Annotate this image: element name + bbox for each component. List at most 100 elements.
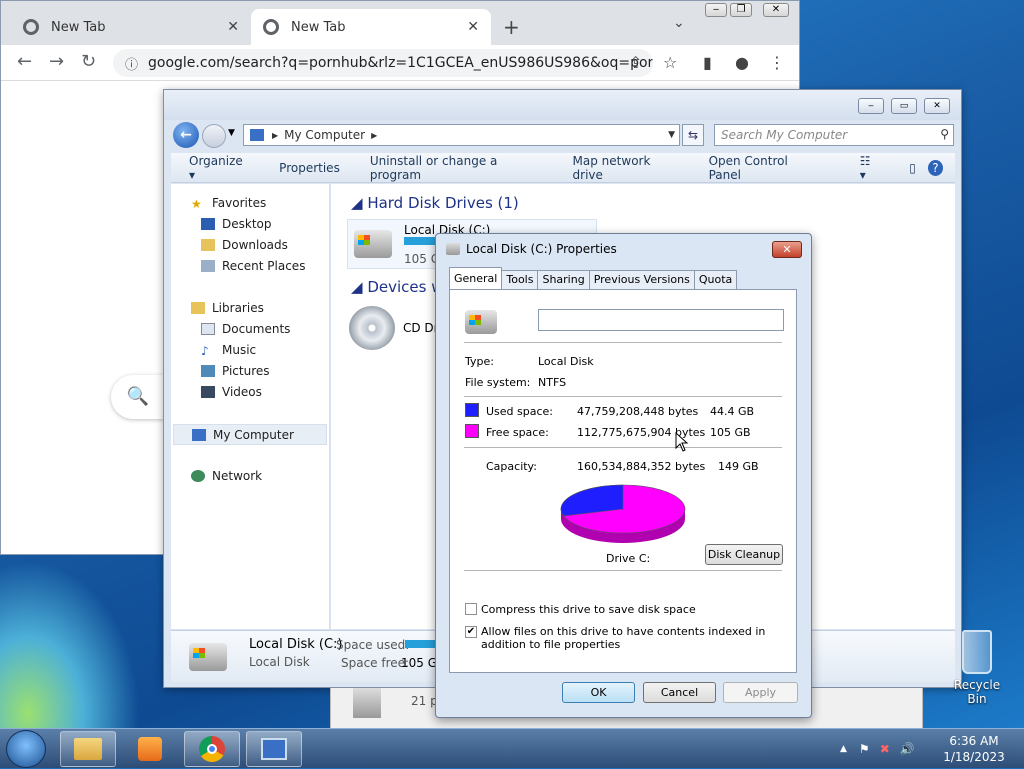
info-icon[interactable]: ⓘ: [125, 54, 138, 73]
disk-cleanup-button[interactable]: Disk Cleanup: [705, 544, 783, 565]
help-icon[interactable]: ?: [927, 159, 944, 176]
taskbar-media-player-icon[interactable]: [122, 731, 178, 767]
nav-music[interactable]: ♪ Music: [201, 343, 256, 358]
organize-label: Organize: [189, 153, 243, 168]
search-icon[interactable]: ⚲: [940, 127, 949, 141]
breadcrumb[interactable]: My Computer: [284, 128, 365, 142]
preview-pane-icon[interactable]: ▯: [909, 161, 916, 175]
nav-libraries[interactable]: Libraries: [191, 301, 264, 315]
compress-checkbox[interactable]: [465, 603, 477, 615]
network-icon: [191, 470, 205, 482]
tab-tools[interactable]: Tools: [501, 270, 539, 289]
clock[interactable]: 6:36 AM 1/18/2023: [940, 733, 1008, 765]
videos-icon: [201, 386, 215, 398]
navigation-pane: ★ Favorites Desktop Downloads Recent Plac…: [171, 184, 330, 629]
chevron-right-icon[interactable]: ▶: [272, 131, 278, 140]
hard-drive-icon: [465, 310, 497, 334]
organize-button[interactable]: Organize ▾: [189, 154, 249, 182]
nav-pictures[interactable]: Pictures: [201, 364, 270, 378]
free-space-swatch: [465, 424, 479, 438]
wallpaper-swirl: [0, 560, 140, 730]
start-button[interactable]: [6, 730, 46, 768]
tab-general[interactable]: General: [449, 267, 503, 289]
browser-toolbar: ← → ↻ ⓘ google.com/search?q=pornhub&rlz=…: [1, 45, 799, 81]
uninstall-program-button[interactable]: Uninstall or change a program: [370, 154, 543, 182]
chevron-right-icon[interactable]: ▶: [371, 131, 377, 140]
profile-icon[interactable]: ●: [735, 53, 749, 72]
nav-network[interactable]: Network: [191, 469, 262, 483]
search-icon[interactable]: 🔍: [111, 375, 165, 419]
volume-icon[interactable]: 🔊: [900, 742, 915, 756]
refresh-icon[interactable]: ⇆: [682, 124, 704, 146]
share-icon[interactable]: ⇪: [629, 53, 642, 72]
reload-icon[interactable]: ↻: [81, 51, 96, 72]
nav-recent-places[interactable]: Recent Places: [201, 259, 305, 273]
show-hidden-icons-icon[interactable]: ▲: [840, 744, 847, 754]
nav-desktop[interactable]: Desktop: [201, 217, 272, 231]
separator: [464, 447, 782, 448]
more-menu-icon[interactable]: ⋮: [769, 53, 785, 72]
nav-documents[interactable]: Documents: [201, 322, 290, 336]
documents-icon: [201, 323, 215, 335]
taskbar-chrome-icon[interactable]: [184, 731, 240, 767]
chevron-down-icon[interactable]: ⌄: [673, 15, 685, 31]
nav-favorites[interactable]: ★ Favorites: [191, 196, 267, 211]
recycle-bin-icon[interactable]: Recycle Bin: [944, 630, 1010, 706]
tab-1[interactable]: New Tab ✕: [11, 9, 251, 45]
chrome-icon-center: [207, 744, 217, 754]
back-arrow-icon[interactable]: ←: [17, 51, 32, 72]
star-icon[interactable]: ☆: [663, 53, 677, 72]
history-dropdown-icon[interactable]: ▼: [228, 128, 235, 138]
side-panel-icon[interactable]: ▮: [703, 53, 712, 72]
action-center-icon[interactable]: ⚑: [859, 742, 870, 756]
properties-button[interactable]: Properties: [279, 161, 340, 175]
view-options-icon[interactable]: ☷ ▾: [860, 154, 880, 182]
drive-icon: [446, 243, 460, 255]
drive-label-input[interactable]: [538, 309, 784, 331]
new-tab-icon[interactable]: +: [503, 15, 520, 39]
tab-quota[interactable]: Quota: [693, 270, 738, 289]
nav-downloads[interactable]: Downloads: [201, 238, 288, 252]
tab-1-title: New Tab: [51, 19, 106, 35]
tab-sharing[interactable]: Sharing: [537, 270, 590, 289]
tab-2[interactable]: New Tab ✕: [251, 9, 491, 45]
close-icon[interactable]: ✕: [467, 19, 479, 35]
taskbar-my-computer-icon[interactable]: [246, 731, 302, 767]
cancel-button[interactable]: Cancel: [643, 682, 716, 703]
apply-button[interactable]: Apply: [723, 682, 798, 703]
taskbar-explorer-icon[interactable]: [60, 731, 116, 767]
network-disconnected-icon[interactable]: ✖: [880, 742, 890, 756]
maximize-button[interactable]: ▭: [891, 98, 917, 114]
close-icon[interactable]: ✕: [227, 19, 239, 35]
restore-button[interactable]: ❐: [730, 3, 752, 17]
group-hard-disk-drives[interactable]: ◢ Hard Disk Drives (1): [351, 194, 519, 212]
nav-videos[interactable]: Videos: [201, 385, 262, 399]
explorer-search-input[interactable]: Search My Computer ⚲: [714, 124, 954, 146]
computer-icon: [250, 129, 264, 141]
pictures-icon: [201, 365, 215, 377]
minimize-button[interactable]: ‒: [705, 3, 727, 17]
capacity-bytes: 160,534,884,352 bytes: [577, 460, 706, 473]
desktop-icon: [201, 218, 215, 230]
close-button[interactable]: ✕: [924, 98, 950, 114]
system-tray: ▲ ⚑ ✖ 🔊: [840, 729, 915, 769]
close-button[interactable]: ✕: [763, 3, 789, 17]
address-bar[interactable]: ⓘ google.com/search?q=pornhub&rlz=1C1GCE…: [113, 49, 653, 77]
index-label: Allow files on this drive to have conten…: [481, 625, 766, 651]
chevron-down-icon[interactable]: ▼: [668, 130, 675, 140]
forward-arrow-icon[interactable]: →: [49, 51, 64, 72]
tab-previous-versions[interactable]: Previous Versions: [588, 270, 695, 289]
ok-button[interactable]: OK: [562, 682, 635, 703]
open-control-panel-button[interactable]: Open Control Panel: [709, 154, 818, 182]
file-system-label: File system:: [465, 376, 531, 389]
nav-label: Favorites: [212, 196, 267, 210]
map-network-drive-button[interactable]: Map network drive: [573, 154, 679, 182]
close-button[interactable]: ✕: [772, 241, 802, 258]
nav-my-computer[interactable]: My Computer: [173, 424, 327, 445]
forward-button[interactable]: [202, 124, 226, 148]
index-checkbox[interactable]: ✔: [465, 626, 477, 638]
properties-dialog: Local Disk (C:) Properties ✕ General Too…: [435, 233, 812, 718]
minimize-button[interactable]: ‒: [858, 98, 884, 114]
explorer-address-bar[interactable]: ▶ My Computer ▶ ▼: [243, 124, 680, 146]
back-button[interactable]: ←: [173, 122, 199, 148]
